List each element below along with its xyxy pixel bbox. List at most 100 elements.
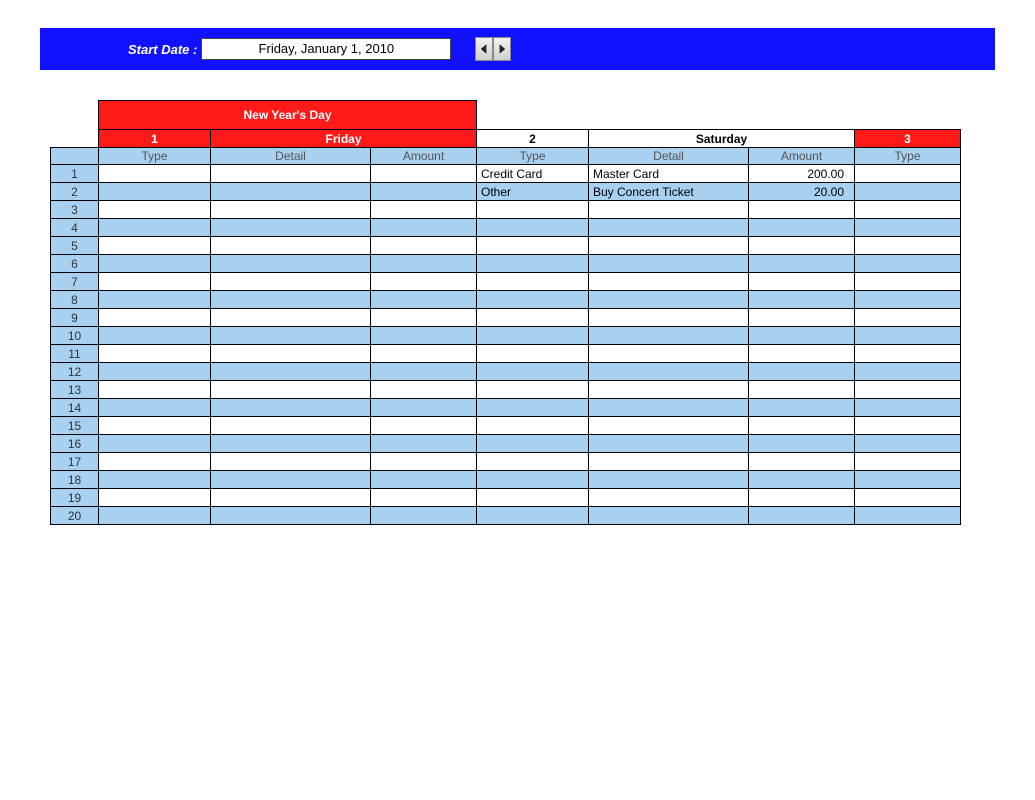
cell-type[interactable] [477,417,589,435]
cell-detail[interactable] [589,255,749,273]
cell-type[interactable] [99,507,211,525]
cell-type[interactable] [855,363,961,381]
cell-detail[interactable]: Master Card [589,165,749,183]
cell-amount[interactable] [371,435,477,453]
cell-type[interactable] [99,165,211,183]
cell-amount[interactable] [749,453,855,471]
cell-detail[interactable] [211,165,371,183]
cell-type[interactable] [855,381,961,399]
cell-type[interactable] [99,399,211,417]
cell-type[interactable] [477,363,589,381]
cell-type[interactable] [855,201,961,219]
cell-amount[interactable] [371,273,477,291]
cell-detail[interactable] [211,255,371,273]
cell-detail[interactable] [589,435,749,453]
cell-type[interactable] [855,219,961,237]
cell-detail[interactable] [211,489,371,507]
cell-detail[interactable] [211,273,371,291]
cell-detail[interactable] [211,237,371,255]
cell-detail[interactable] [589,309,749,327]
cell-type[interactable] [99,435,211,453]
cell-detail[interactable] [589,345,749,363]
cell-amount[interactable]: 200.00 [749,165,855,183]
cell-detail[interactable]: Buy Concert Ticket [589,183,749,201]
cell-amount[interactable] [371,507,477,525]
cell-amount[interactable] [371,327,477,345]
cell-amount[interactable] [371,219,477,237]
cell-amount[interactable] [749,471,855,489]
cell-type[interactable] [99,291,211,309]
cell-detail[interactable] [589,471,749,489]
cell-type[interactable] [99,453,211,471]
cell-detail[interactable] [211,183,371,201]
cell-amount[interactable] [371,165,477,183]
cell-detail[interactable] [211,399,371,417]
cell-amount[interactable] [749,309,855,327]
cell-detail[interactable] [589,417,749,435]
cell-type[interactable] [855,345,961,363]
cell-type[interactable] [855,489,961,507]
cell-detail[interactable] [589,399,749,417]
cell-type[interactable] [855,327,961,345]
cell-type[interactable] [855,183,961,201]
cell-amount[interactable] [371,417,477,435]
cell-detail[interactable] [589,291,749,309]
date-next-button[interactable] [493,37,511,61]
cell-type[interactable] [477,201,589,219]
cell-amount[interactable] [749,237,855,255]
cell-detail[interactable] [589,363,749,381]
cell-amount[interactable] [749,363,855,381]
cell-amount[interactable] [749,219,855,237]
cell-amount[interactable] [371,255,477,273]
cell-amount[interactable] [749,417,855,435]
cell-amount[interactable] [749,435,855,453]
cell-type[interactable] [855,255,961,273]
cell-amount[interactable] [371,345,477,363]
cell-detail[interactable] [589,219,749,237]
cell-type[interactable] [99,183,211,201]
date-prev-button[interactable] [475,37,493,61]
cell-detail[interactable] [589,201,749,219]
cell-type[interactable] [477,237,589,255]
cell-type[interactable] [855,417,961,435]
cell-detail[interactable] [589,327,749,345]
cell-type[interactable] [99,327,211,345]
cell-type[interactable] [477,381,589,399]
cell-detail[interactable] [589,453,749,471]
cell-amount[interactable] [749,327,855,345]
cell-detail[interactable] [211,327,371,345]
cell-detail[interactable] [211,291,371,309]
cell-detail[interactable] [211,453,371,471]
cell-type[interactable] [99,273,211,291]
cell-type[interactable] [99,219,211,237]
cell-type[interactable] [855,399,961,417]
cell-amount[interactable] [371,237,477,255]
cell-type[interactable] [477,219,589,237]
cell-type[interactable] [855,291,961,309]
cell-type[interactable] [477,489,589,507]
cell-type[interactable] [477,327,589,345]
cell-detail[interactable] [589,381,749,399]
cell-type[interactable] [477,399,589,417]
cell-amount[interactable] [749,399,855,417]
cell-type[interactable] [99,489,211,507]
cell-type[interactable] [99,345,211,363]
cell-amount[interactable] [749,255,855,273]
cell-detail[interactable] [589,489,749,507]
cell-detail[interactable] [211,363,371,381]
cell-amount[interactable] [371,309,477,327]
cell-type[interactable] [99,201,211,219]
cell-type[interactable] [99,237,211,255]
cell-type[interactable] [477,435,589,453]
cell-amount[interactable]: 20.00 [749,183,855,201]
cell-type[interactable] [99,363,211,381]
cell-detail[interactable] [211,507,371,525]
cell-type[interactable]: Other [477,183,589,201]
cell-detail[interactable] [589,273,749,291]
cell-amount[interactable] [371,381,477,399]
start-date-field[interactable]: Friday, January 1, 2010 [201,38,451,60]
cell-amount[interactable] [371,363,477,381]
cell-amount[interactable] [371,201,477,219]
cell-amount[interactable] [371,489,477,507]
cell-type[interactable] [477,345,589,363]
